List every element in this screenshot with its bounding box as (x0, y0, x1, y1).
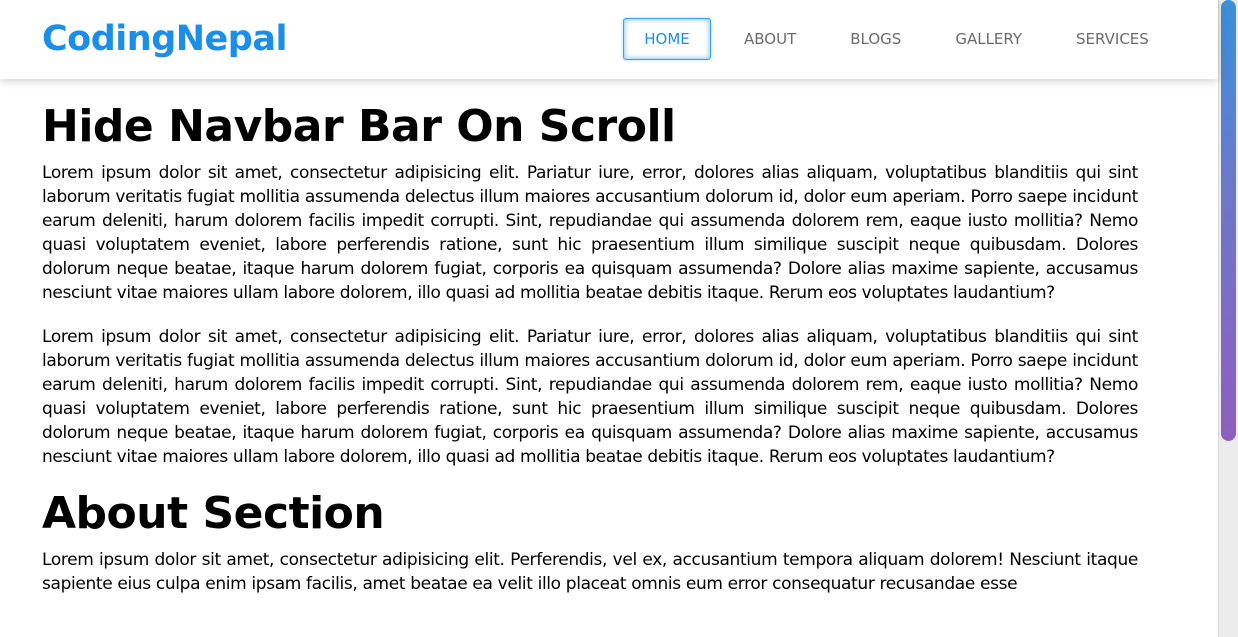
section-title-about: About Section (42, 488, 385, 539)
section-title-hide-navbar: Hide Navbar Bar On Scroll (42, 101, 676, 152)
paragraph: Lorem ipsum dolor sit amet, consectetur … (42, 550, 1138, 594)
site-logo[interactable]: CodingNepal (42, 14, 287, 64)
nav-menu: HOME ABOUT BLOGS GALLERY SERVICES (623, 18, 1168, 60)
paragraph: Lorem ipsum dolor sit amet, consectetur … (42, 327, 1138, 467)
nav-link-about[interactable]: ABOUT (725, 18, 815, 60)
scrollbar-thumb[interactable] (1221, 0, 1236, 441)
vertical-scrollbar[interactable] (1218, 0, 1238, 637)
nav-link-services[interactable]: SERVICES (1057, 18, 1168, 60)
main-content: Hide Navbar Bar On Scroll Lorem ipsum do… (42, 96, 1138, 616)
page-viewport: CodingNepal HOME ABOUT BLOGS GALLERY SER… (0, 0, 1238, 637)
nav-link-blogs[interactable]: BLOGS (831, 18, 920, 60)
nav-link-home[interactable]: HOME (623, 18, 711, 60)
nav-link-gallery[interactable]: GALLERY (936, 18, 1041, 60)
navbar: CodingNepal HOME ABOUT BLOGS GALLERY SER… (0, 0, 1218, 79)
paragraph: Lorem ipsum dolor sit amet, consectetur … (42, 163, 1138, 303)
